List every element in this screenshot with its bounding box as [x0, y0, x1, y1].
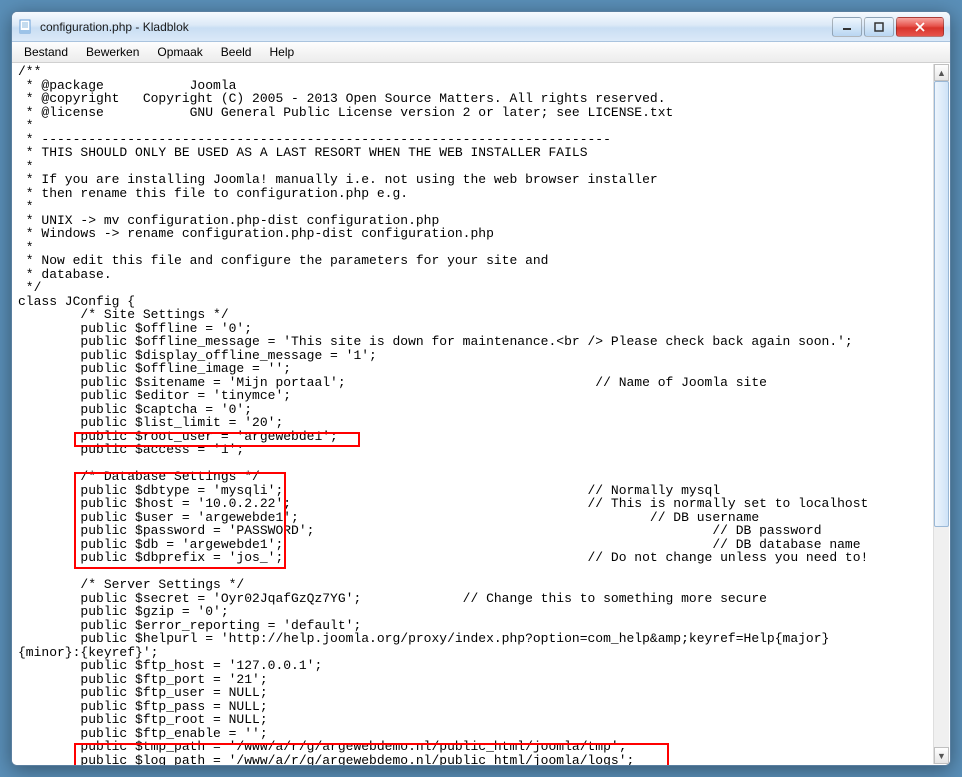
- scroll-down-button[interactable]: ▼: [934, 747, 949, 764]
- code-line: public $dbprefix = 'jos_'; // Do not cha…: [18, 550, 868, 565]
- scroll-up-button[interactable]: ▲: [934, 64, 949, 81]
- text-editor[interactable]: /** * @package Joomla * @copyright Copyr…: [12, 63, 932, 765]
- scrollbar-thumb[interactable]: [934, 81, 949, 527]
- vertical-scrollbar[interactable]: ▲ ▼: [933, 64, 949, 764]
- code-line: * then rename this file to configuration…: [18, 186, 408, 201]
- window-controls: [832, 17, 944, 37]
- menu-edit[interactable]: Bewerken: [78, 43, 147, 61]
- code-line: public $access = '1';: [18, 442, 244, 457]
- title-bar[interactable]: configuration.php - Kladblok: [12, 12, 950, 42]
- code-line: * THIS SHOULD ONLY BE USED AS A LAST RES…: [18, 145, 588, 160]
- menu-format[interactable]: Opmaak: [149, 43, 210, 61]
- code-line: public $log_path = '/www/a/r/g/argewebde…: [18, 753, 634, 766]
- client-area: /** * @package Joomla * @copyright Copyr…: [12, 63, 950, 765]
- app-icon: [18, 19, 34, 35]
- menu-help[interactable]: Help: [261, 43, 302, 61]
- minimize-button[interactable]: [832, 17, 862, 37]
- close-button[interactable]: [896, 17, 944, 37]
- window-title: configuration.php - Kladblok: [40, 20, 832, 34]
- app-window: configuration.php - Kladblok Bestand Bew…: [11, 11, 951, 766]
- maximize-button[interactable]: [864, 17, 894, 37]
- menu-file[interactable]: Bestand: [16, 43, 76, 61]
- code-line: * @license GNU General Public License ve…: [18, 105, 673, 120]
- menu-view[interactable]: Beeld: [213, 43, 260, 61]
- scrollbar-track[interactable]: [934, 81, 949, 747]
- menu-bar: Bestand Bewerken Opmaak Beeld Help: [12, 42, 950, 63]
- code-line: * Windows -> rename configuration.php-di…: [18, 226, 494, 241]
